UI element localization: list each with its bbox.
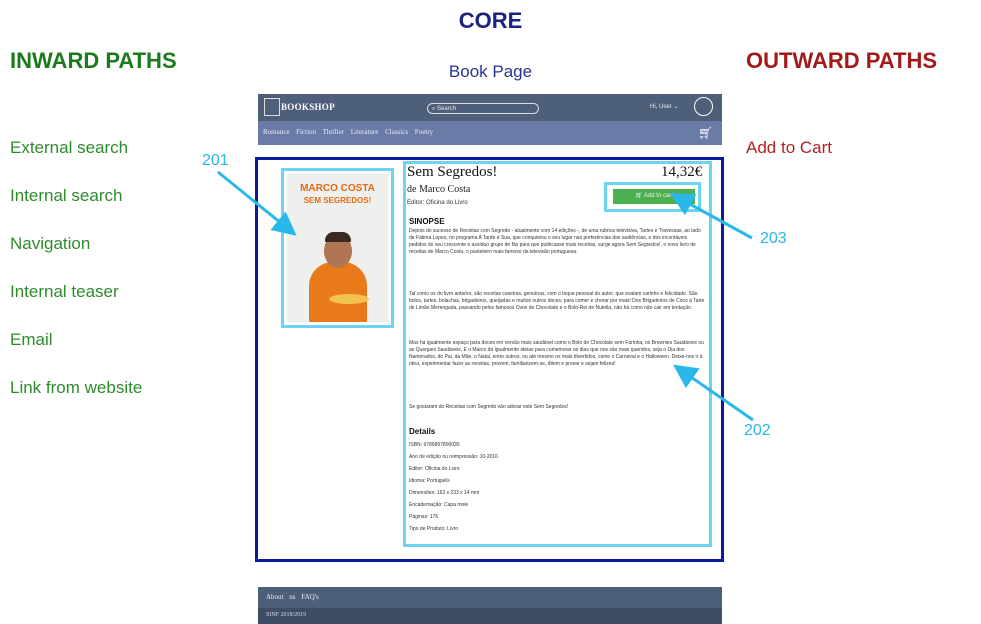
cover-title: SEM SEGREDOS! — [303, 196, 372, 205]
detail-language: Idioma: Português — [409, 478, 450, 484]
cart-icon[interactable]: 🛒︎ — [698, 126, 713, 140]
annotation-201-label: 201 — [202, 152, 229, 169]
shop-logo-text: BOOKSHOP — [281, 102, 335, 112]
search-placeholder: Search — [437, 106, 457, 112]
shop-logo-icon — [264, 98, 280, 116]
detail-edition-year: Ano de edição ou reimpressão: 10-2016 — [409, 454, 498, 460]
cover-author: MARCO COSTA — [300, 183, 375, 194]
chef-hair — [325, 232, 351, 242]
book-author: de Marco Costa — [407, 184, 471, 195]
outward-item-add-to-cart: Add to Cart — [746, 138, 832, 157]
synopsis-paragraph-4: Se gostaram do Receitas com Segredo vão … — [409, 404, 569, 410]
book-price: 14,32€ — [661, 164, 703, 180]
detail-publisher: Editor: Oficina do Livro — [409, 466, 460, 472]
inward-item-email: Email — [10, 330, 53, 349]
synopsis-paragraph-3: Mas há igualmente espaço para doces em v… — [409, 340, 704, 367]
book-cover-image: MARCO COSTA SEM SEGREDOS! — [287, 174, 388, 322]
chevron-down-icon: ⌄ — [671, 104, 679, 110]
avatar-icon[interactable] — [694, 97, 713, 116]
book-publisher: Editor: Oficina do Livro — [407, 200, 468, 206]
footer-copyright: SINF 2018/2019 — [266, 612, 307, 618]
inward-item-link-from-website: Link from website — [10, 378, 143, 397]
outward-paths-title: OUTWARD PATHS — [746, 48, 938, 73]
add-to-cart-button[interactable]: 🛒︎ Add to cart — [613, 189, 695, 204]
detail-binding: Encadernação: Capa mole — [409, 502, 469, 508]
synopsis-paragraph-2: Tal como os do livro anterior, são recei… — [409, 291, 705, 311]
footer-links[interactable]: About us FAQ's — [266, 593, 319, 601]
sinopse-heading: SINOPSE — [409, 217, 445, 226]
core-title: CORE — [458, 8, 523, 33]
details-heading: Details — [409, 427, 436, 436]
mockup-footer-bottom — [258, 608, 722, 624]
mockup-footer — [258, 587, 722, 608]
inward-item-external-search: External search — [10, 138, 129, 157]
cart-icon: 🛒︎ — [635, 193, 644, 199]
detail-isbn: ISBN: 9789897800035 — [409, 442, 460, 448]
detail-product-type: Tipo de Produto: Livro — [409, 526, 459, 532]
synopsis-paragraph-1: Depois do sucesso de Receitas com Segred… — [409, 228, 701, 255]
detail-pages: Páginas: 176 — [409, 514, 439, 520]
inward-item-internal-search: Internal search — [10, 186, 123, 205]
user-name: Hi, User — [650, 104, 672, 110]
mockup-search-input[interactable]: ⌕ Search — [427, 103, 539, 114]
chef-figure — [309, 262, 367, 322]
detail-dimensions: Dimensões: 163 x 233 x 14 mm — [409, 490, 480, 496]
mockup-categories[interactable]: Romance Fiction Thriller Literature Clas… — [263, 128, 433, 136]
inward-item-internal-teaser: Internal teaser — [10, 282, 119, 301]
cake-plate — [329, 294, 369, 304]
inward-item-navigation: Navigation — [10, 234, 91, 253]
annotation-203-label: 203 — [760, 230, 787, 247]
book-title: Sem Segredos! — [407, 164, 498, 180]
add-to-cart-label: Add to cart — [643, 193, 673, 199]
inward-paths-title: INWARD PATHS — [10, 48, 177, 73]
annotation-202-label: 202 — [744, 422, 771, 439]
mockup-user-menu[interactable]: Hi, User ⌄ — [650, 103, 678, 110]
